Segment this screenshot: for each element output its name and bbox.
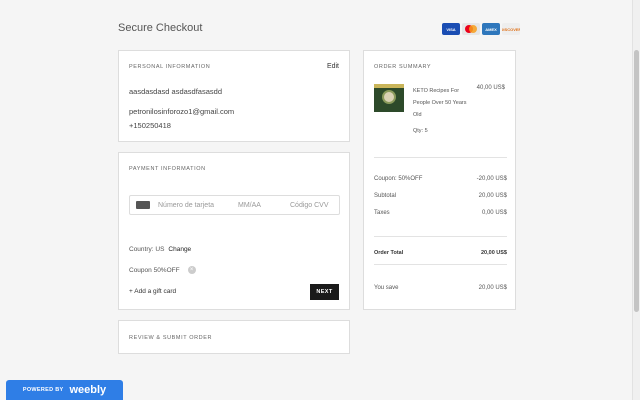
divider	[374, 264, 507, 265]
taxes-value: 0,00 US$	[481, 210, 507, 216]
payment-information-panel: PAYMENT INFORMATION Número de tarjeta MM…	[118, 152, 350, 310]
powered-by-weebly-badge[interactable]: POWERED BY weebly	[6, 380, 123, 400]
coupon-discount-value: -20,00 US$	[476, 176, 507, 182]
order-total-label: Order Total	[374, 250, 404, 256]
order-total-value: 20,00 US$	[481, 250, 507, 256]
payment-information-label: PAYMENT INFORMATION	[129, 166, 206, 172]
customer-email: petronilosinforozo1@gmail.com	[129, 107, 235, 116]
customer-phone: +150250418	[129, 121, 171, 130]
subtotal-value: 20,00 US$	[478, 193, 507, 199]
card-number-input[interactable]: Número de tarjeta	[158, 202, 238, 209]
country-label: Country: US	[129, 246, 165, 253]
customer-name: aasdasdasd asdasdfasasdd	[129, 87, 222, 96]
order-summary-panel: ORDER SUMMARY KETO Recipes For People Ov…	[363, 50, 516, 310]
weebly-logo: weebly	[69, 384, 107, 396]
coupon-discount-label: Coupon: 50%OFF	[374, 176, 423, 182]
discover-card-icon: DISCOVER	[502, 23, 520, 35]
credit-card-icon	[136, 201, 150, 209]
personal-information-label: PERSONAL INFORMATION	[129, 64, 211, 70]
mastercard-icon	[462, 23, 480, 35]
powered-by-label: POWERED BY	[22, 387, 64, 393]
personal-information-panel: PERSONAL INFORMATION Edit aasdasdasd asd…	[118, 50, 350, 142]
visa-card-icon: VISA	[442, 23, 460, 35]
coupon-discount-row: Coupon: 50%OFF -20,00 US$	[374, 176, 507, 182]
divider	[374, 157, 507, 158]
scrollbar-thumb[interactable]	[634, 50, 639, 312]
coupon-label: Coupon 50%OFF	[129, 266, 180, 274]
change-country-link[interactable]: Change	[168, 246, 191, 253]
edit-personal-link[interactable]: Edit	[327, 63, 339, 70]
taxes-label: Taxes	[374, 210, 390, 216]
product-price: 40,00 US$	[476, 85, 505, 91]
coupon-row: Coupon 50%OFF ×	[129, 266, 196, 274]
page-title: Secure Checkout	[118, 22, 203, 34]
order-summary-label: ORDER SUMMARY	[374, 64, 432, 70]
you-save-value: 20,00 US$	[478, 285, 507, 291]
you-save-label: You save	[374, 285, 399, 291]
expiry-input[interactable]: MM/AA	[238, 202, 290, 209]
cvv-input[interactable]: Código CVV	[290, 202, 329, 209]
country-row: Country: US Change	[129, 246, 191, 253]
product-name: KETO Recipes For People Over 50 Years Ol…	[413, 88, 467, 118]
vertical-scrollbar[interactable]	[632, 0, 640, 400]
review-submit-label: REVIEW & SUBMIT ORDER	[129, 335, 213, 341]
card-input-field[interactable]: Número de tarjeta MM/AA Código CVV	[129, 195, 340, 215]
order-total-row: Order Total 20,00 US$	[374, 250, 507, 256]
accepted-cards: VISA AMEX DISCOVER	[442, 23, 520, 35]
remove-coupon-icon[interactable]: ×	[187, 266, 196, 274]
product-thumbnail	[374, 84, 404, 112]
subtotal-label: Subtotal	[374, 193, 397, 199]
product-qty: Qty: 5	[413, 128, 428, 134]
divider	[374, 236, 507, 237]
you-save-row: You save 20,00 US$	[374, 285, 507, 291]
next-button[interactable]: NEXT	[310, 284, 339, 300]
amex-card-icon: AMEX	[482, 23, 500, 35]
add-gift-card-link[interactable]: + Add a gift card	[129, 288, 176, 295]
taxes-row: Taxes 0,00 US$	[374, 210, 507, 216]
review-submit-panel[interactable]: REVIEW & SUBMIT ORDER	[118, 320, 350, 354]
subtotal-row: Subtotal 20,00 US$	[374, 193, 507, 199]
